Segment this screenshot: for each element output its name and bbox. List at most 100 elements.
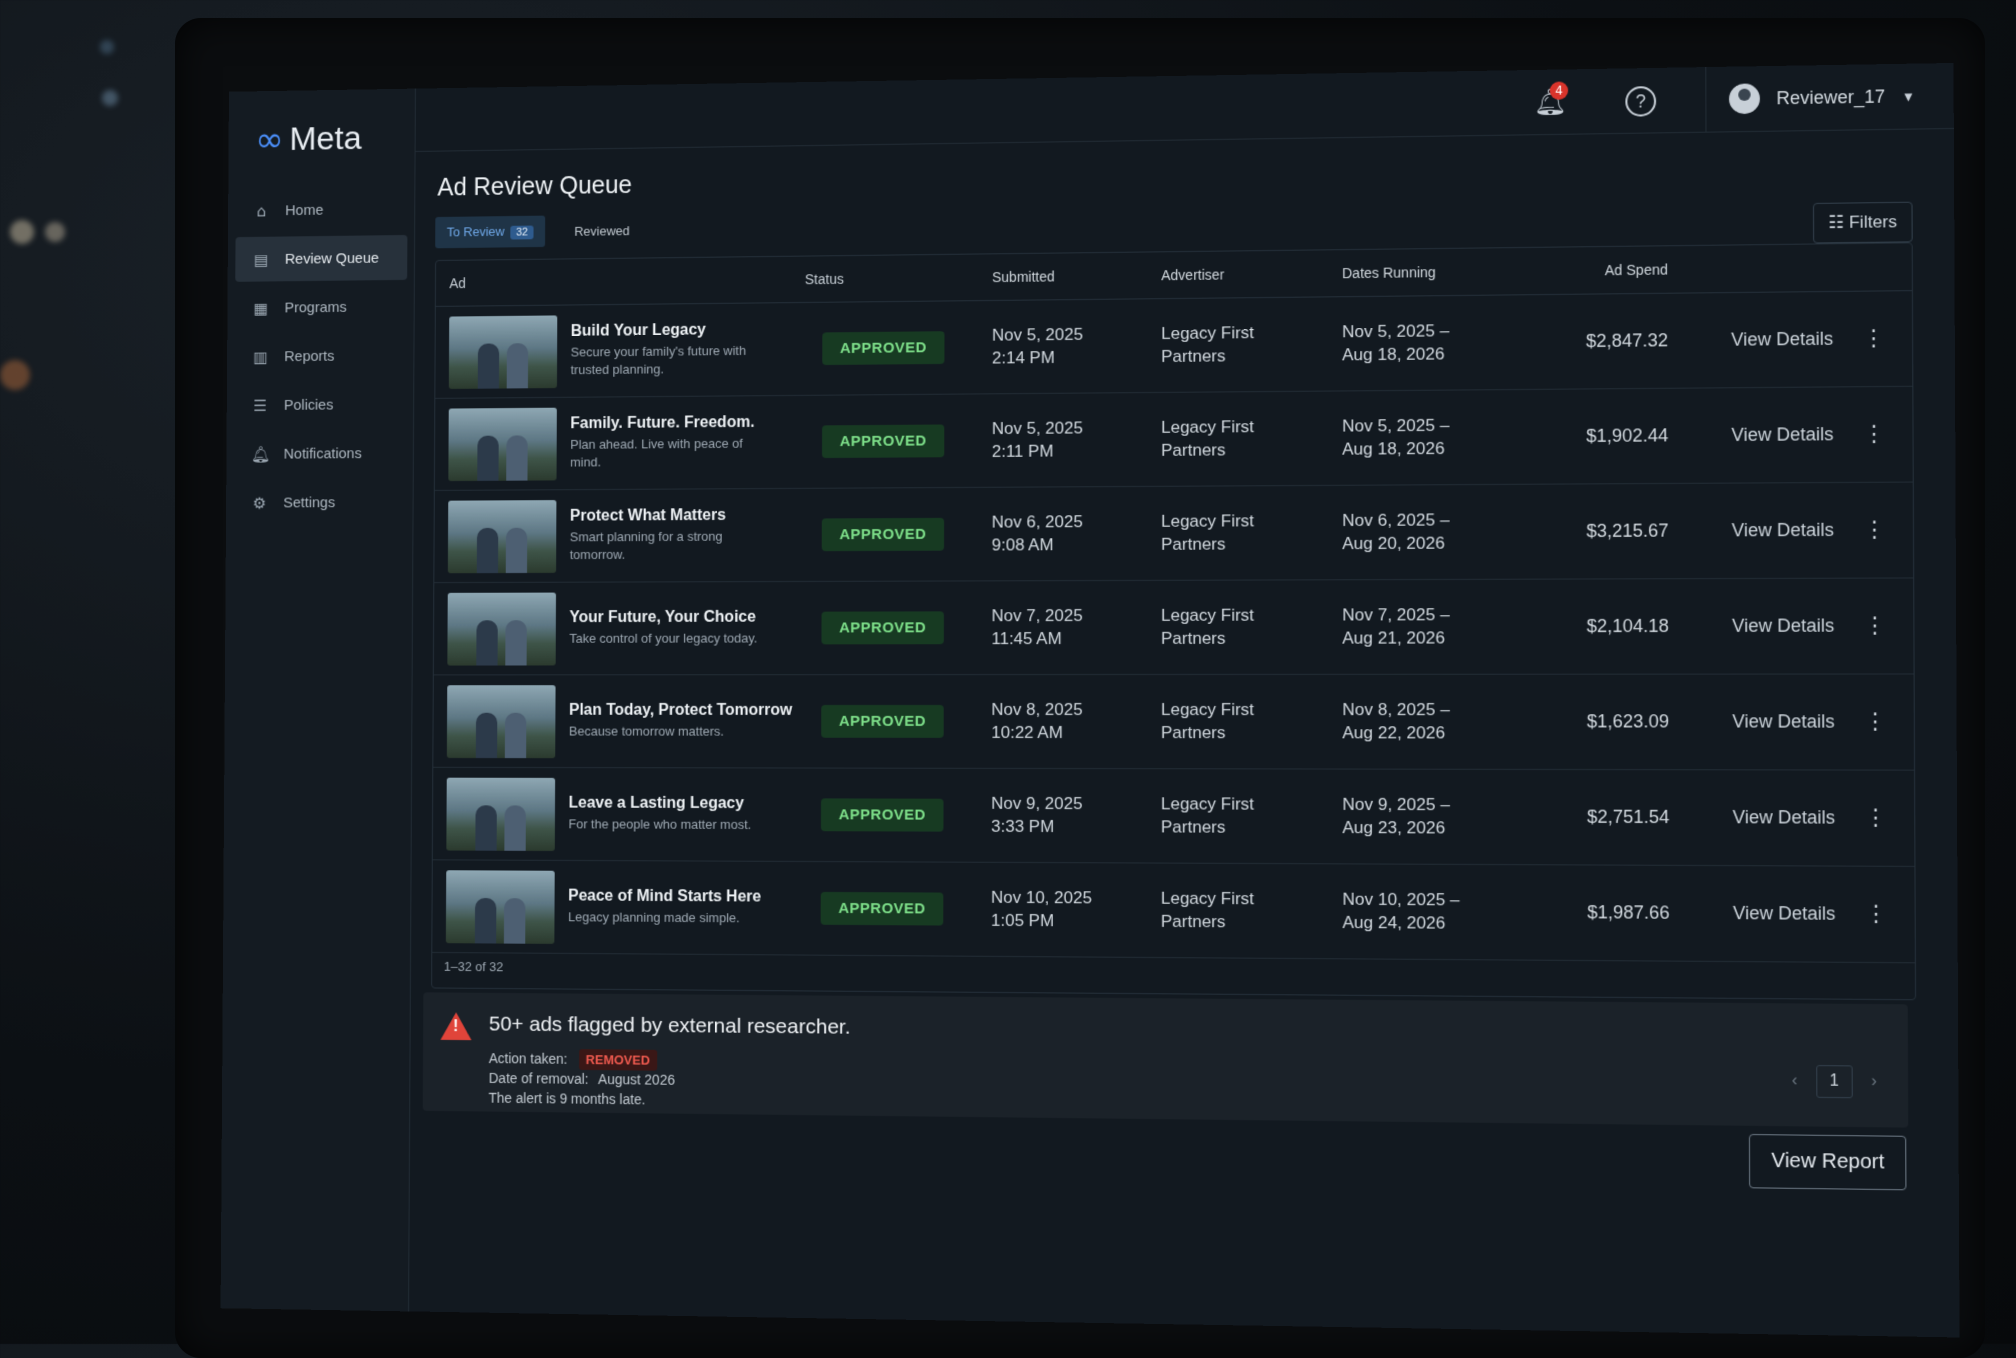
ad-thumbnail[interactable] [446, 777, 555, 850]
view-details-link[interactable]: View Details [1732, 615, 1834, 637]
table-row[interactable]: Peace of Mind Starts Here Legacy plannin… [432, 860, 1915, 963]
meta-logo[interactable]: ∞ Meta [255, 119, 362, 160]
row-actions: View Details ⋮ [1668, 421, 1912, 448]
avatar [1729, 83, 1760, 114]
filters-button[interactable]: ☷ Filters [1813, 202, 1913, 244]
more-options-icon[interactable]: ⋮ [1864, 709, 1887, 735]
table-row[interactable]: Plan Today, Protect Tomorrow Because tom… [433, 674, 1914, 770]
sidebar-item-notifications[interactable]: 🔔︎ Notifications [234, 430, 406, 476]
chevron-left-icon[interactable]: ‹ [1792, 1072, 1798, 1090]
sidebar-item-home[interactable]: ⌂ Home [236, 186, 408, 233]
ad-thumbnail[interactable] [446, 870, 555, 944]
notifications-button[interactable]: 🔔︎ 4 [1533, 88, 1567, 119]
advertiser-cell: Legacy First Partners [1161, 604, 1342, 650]
ad-title: Family. Future. Freedom. [570, 414, 765, 433]
user-menu[interactable]: Reviewer_17 ▼ [1705, 63, 1954, 132]
advertiser-name-line: Partners [1161, 722, 1342, 745]
submitted-cell: Nov 10, 2025 1:05 PM [991, 886, 1161, 933]
ad-thumbnail[interactable] [448, 407, 557, 480]
gear-icon: ⚙ [251, 493, 268, 512]
dates-running-cell: Nov 7, 2025 – Aug 21, 2026 [1342, 603, 1546, 650]
column-header-ad-spend[interactable]: Ad Spend [1545, 261, 1668, 279]
start-date: Nov 5, 2025 – [1342, 319, 1545, 344]
submitted-date: Nov 7, 2025 [991, 604, 1161, 627]
sidebar-item-reports[interactable]: ▥ Reports [235, 333, 407, 379]
advertiser-name-line: Legacy First [1161, 793, 1342, 817]
view-details-link[interactable]: View Details [1731, 329, 1833, 351]
date-label: Date of removal: [489, 1070, 589, 1087]
more-options-icon[interactable]: ⋮ [1863, 613, 1886, 639]
start-date: Nov 7, 2025 – [1342, 603, 1545, 627]
table-row[interactable]: Leave a Lasting Legacy For the people wh… [433, 768, 1915, 867]
table-row[interactable]: Family. Future. Freedom. Plan ahead. Liv… [435, 387, 1913, 491]
sidebar-item-settings[interactable]: ⚙ Settings [234, 479, 406, 525]
column-header-submitted[interactable]: Submitted [992, 266, 1161, 287]
date-value: August 2026 [598, 1071, 675, 1088]
dates-running-cell: Nov 10, 2025 – Aug 24, 2026 [1342, 888, 1546, 936]
end-date: Aug 20, 2026 [1342, 532, 1545, 556]
app-screen: ∞ Meta ⌂ Home ▤ Review Queue ▦ Programs … [221, 63, 1960, 1337]
page-number[interactable]: 1 [1816, 1065, 1852, 1098]
alert-date-line: Date of removal: August 2026 [489, 1070, 675, 1088]
table-row[interactable]: Protect What Matters Smart planning for … [434, 483, 1913, 584]
more-options-icon[interactable]: ⋮ [1865, 902, 1888, 928]
ad-thumbnail[interactable] [447, 685, 556, 758]
view-details-link[interactable]: View Details [1733, 807, 1835, 829]
ad-cell: Leave a Lasting Legacy For the people wh… [433, 777, 804, 851]
ad-thumbnail[interactable] [449, 315, 557, 389]
meta-infinity-icon: ∞ [255, 120, 284, 160]
main-content: Ad Review Queue To Review 32 Reviewed ☷ F… [408, 128, 1959, 1338]
submitted-date: Nov 5, 2025 [992, 416, 1161, 440]
tab-label: Reviewed [574, 223, 629, 238]
sidebar-item-policies[interactable]: ☰ Policies [234, 381, 406, 427]
column-header-status[interactable]: Status [805, 269, 992, 287]
submitted-time: 10:22 AM [991, 721, 1161, 744]
sidebar-item-programs[interactable]: ▦ Programs [235, 284, 407, 331]
column-header-ad[interactable]: Ad [436, 271, 805, 291]
table-row[interactable]: Build Your Legacy Secure your family's f… [435, 291, 1912, 399]
column-header-advertiser[interactable]: Advertiser [1161, 264, 1342, 285]
column-header-dates-running[interactable]: Dates Running [1342, 261, 1545, 282]
ad-thumbnail[interactable] [447, 592, 556, 665]
view-details-link[interactable]: View Details [1733, 903, 1836, 925]
tab-reviewed[interactable]: Reviewed [563, 215, 642, 246]
end-date: Aug 18, 2026 [1342, 437, 1545, 461]
status-cell: APPROVED [805, 331, 992, 365]
alert-title: 50+ ads flagged by external researcher. [489, 1013, 851, 1040]
view-details-link[interactable]: View Details [1731, 424, 1833, 446]
document-icon: ▤ [252, 250, 269, 269]
ad-cell: Peace of Mind Starts Here Legacy plannin… [432, 870, 803, 945]
view-details-link[interactable]: View Details [1732, 711, 1834, 732]
submitted-cell: Nov 5, 2025 2:11 PM [992, 416, 1161, 463]
start-date: Nov 8, 2025 – [1342, 699, 1546, 722]
ad-spend: $2,104.18 [1546, 616, 1669, 638]
ad-description: Plan ahead. Live with peace of mind. [570, 435, 765, 471]
view-details-link[interactable]: View Details [1732, 520, 1834, 542]
ad-cell: Protect What Matters Smart planning for … [434, 498, 804, 573]
ad-spend: $1,623.09 [1546, 711, 1669, 732]
dates-running-cell: Nov 5, 2025 – Aug 18, 2026 [1342, 319, 1545, 367]
submitted-cell: Nov 9, 2025 3:33 PM [991, 792, 1161, 838]
more-options-icon[interactable]: ⋮ [1863, 517, 1886, 543]
sidebar-item-review-queue[interactable]: ▤ Review Queue [235, 235, 407, 282]
removed-badge: REMOVED [579, 1049, 657, 1071]
more-options-icon[interactable]: ⋮ [1862, 326, 1885, 352]
view-report-button[interactable]: View Report [1749, 1134, 1906, 1190]
ad-thumbnail[interactable] [448, 500, 557, 573]
status-badge: APPROVED [822, 424, 945, 458]
help-icon[interactable]: ? [1625, 86, 1656, 117]
advertiser-cell: Legacy First Partners [1161, 887, 1343, 934]
table-row[interactable]: Your Future, Your Choice Take control of… [434, 578, 1914, 675]
more-options-icon[interactable]: ⋮ [1863, 422, 1886, 448]
row-actions: View Details ⋮ [1669, 517, 1913, 544]
more-options-icon[interactable]: ⋮ [1864, 805, 1887, 831]
tab-to-review[interactable]: To Review 32 [435, 216, 545, 249]
submitted-cell: Nov 6, 2025 9:08 AM [992, 510, 1162, 557]
chevron-right-icon[interactable]: › [1871, 1073, 1877, 1092]
ad-spend: $2,751.54 [1546, 806, 1669, 828]
advertiser-name-line: Partners [1161, 438, 1342, 462]
status-badge: APPROVED [821, 611, 944, 644]
status-cell: APPROVED [804, 518, 992, 552]
sidebar-item-label: Review Queue [285, 249, 379, 267]
chevron-down-icon: ▼ [1902, 88, 1915, 103]
